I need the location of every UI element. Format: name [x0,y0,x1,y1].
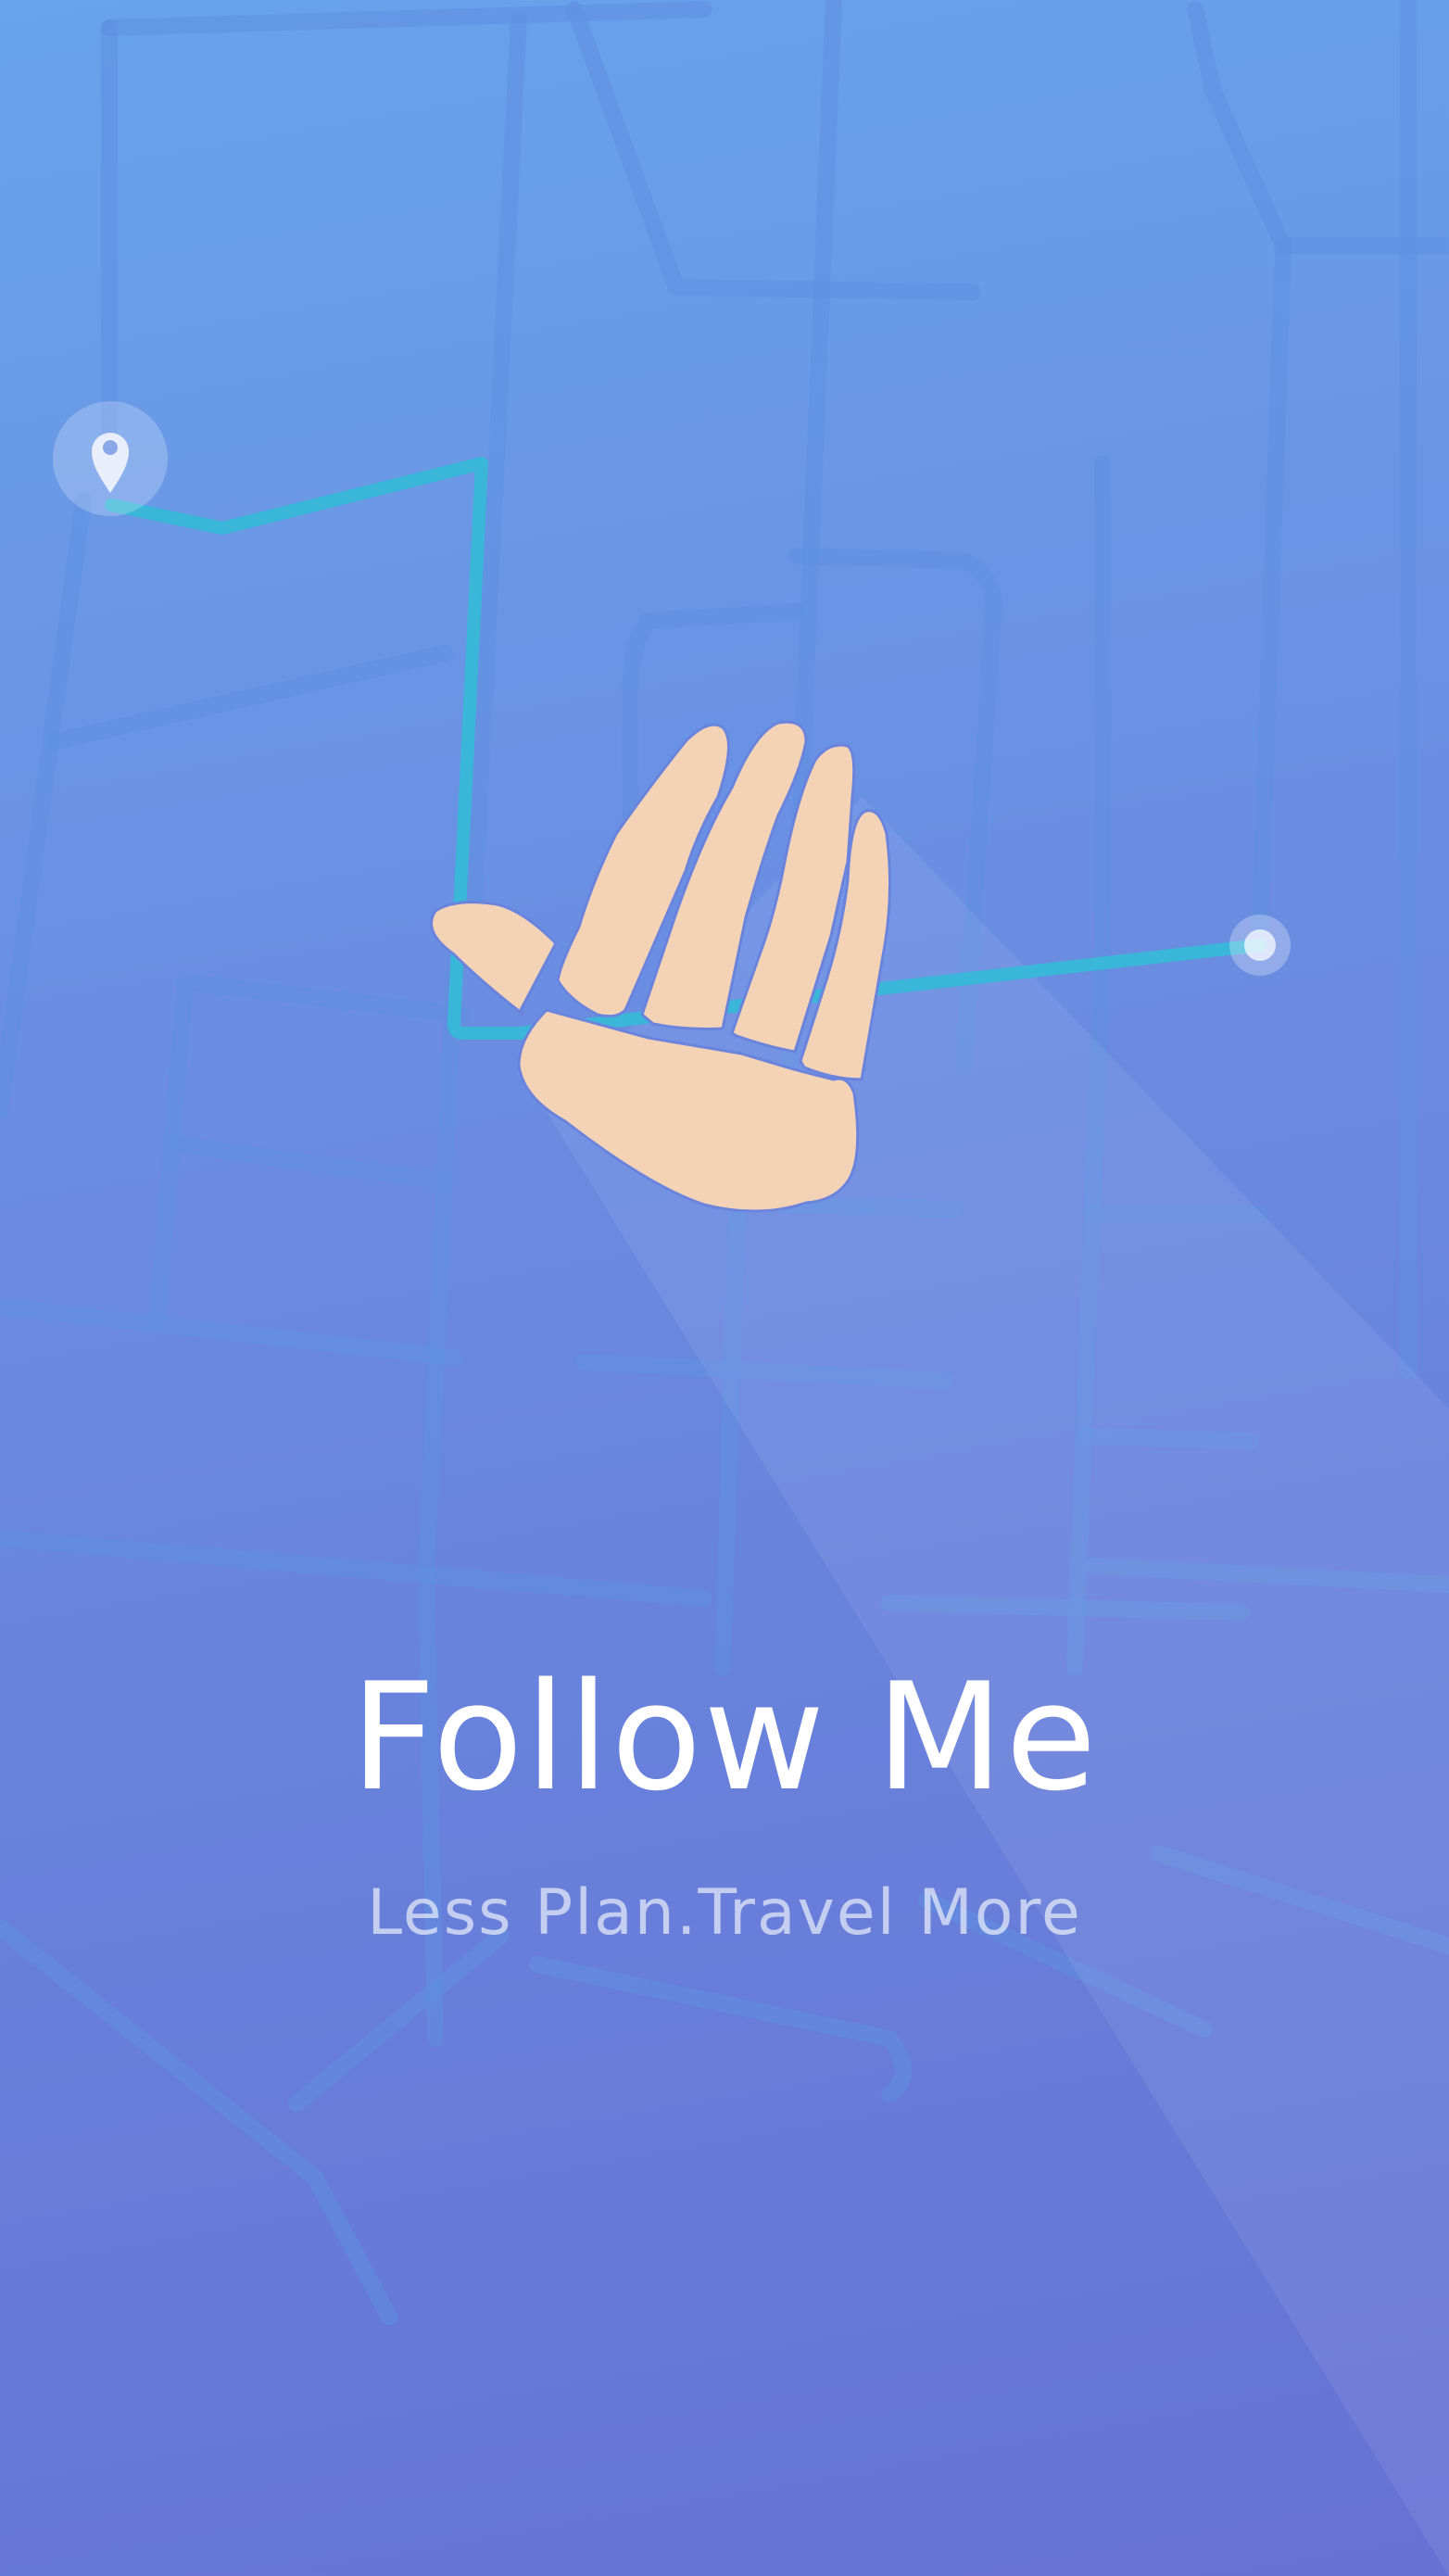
map-illustration [0,0,1449,2576]
waving-hand-icon [430,720,892,1213]
onboarding-screen: Follow Me Less Plan.Travel More [0,0,1449,2576]
onboarding-subtitle: Less Plan.Travel More [367,1876,1082,1950]
onboarding-title: Follow Me [350,1650,1099,1824]
location-pin-icon [53,401,168,516]
destination-dot-icon [1229,915,1291,976]
